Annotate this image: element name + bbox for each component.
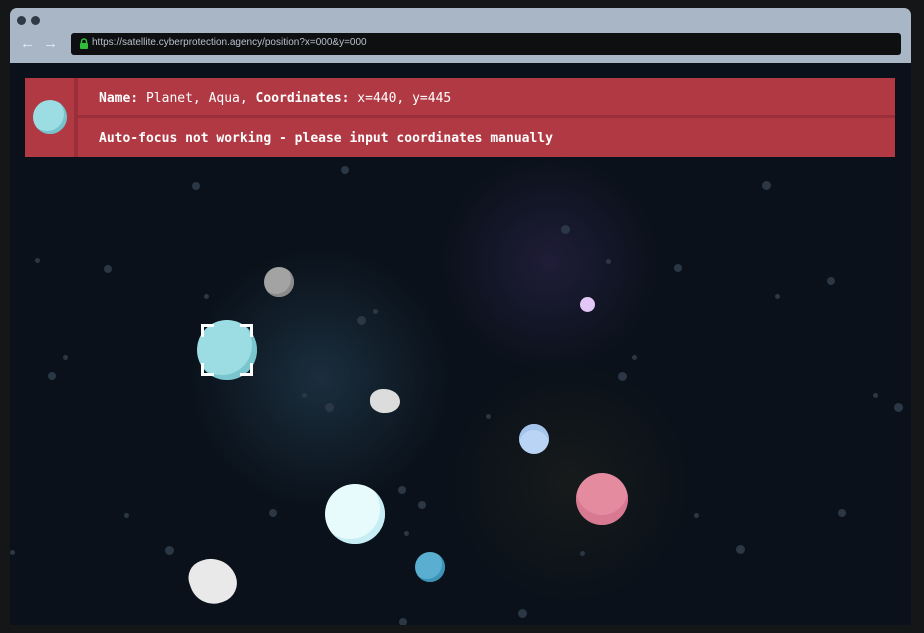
star [736,545,745,554]
window-dot[interactable] [31,16,40,25]
star [632,355,637,360]
planet-info-row: Name: Planet, Aqua, Coordinates: x=440, … [78,78,895,118]
browser-toolbar: ← → https://satellite.cyberprotection.ag… [10,8,911,63]
star [373,309,378,314]
name-value: Planet, Aqua, [145,91,248,106]
star [302,393,307,398]
star [827,277,835,285]
target-reticle [201,324,253,376]
star [104,265,112,273]
star [418,501,426,509]
star [204,294,209,299]
reticle-corner [240,324,253,337]
star [269,509,277,517]
ice-planet[interactable] [325,484,385,544]
blue-planet[interactable] [519,424,549,454]
large-asteroid[interactable] [183,551,243,611]
star [762,181,771,190]
star [894,403,903,412]
coordinates-value: x=440, y=445 [357,91,452,106]
planet-thumbnail-cell [25,78,78,157]
info-banner: Name: Planet, Aqua, Coordinates: x=440, … [25,78,895,157]
star [10,550,15,555]
star [873,393,878,398]
star [325,403,334,412]
url-text[interactable]: https://satellite.cyberprotection.agency… [92,37,367,48]
star [694,513,699,518]
star [357,316,366,325]
browser-window: ← → https://satellite.cyberprotection.ag… [10,8,911,625]
planet-info-text: Name: Planet, Aqua, Coordinates: x=440, … [99,91,451,106]
warning-text-wrap: Auto-focus not working - please input co… [99,131,553,146]
small-blue-planet[interactable] [415,552,445,582]
arrow-right-icon[interactable]: → [43,36,58,52]
address-bar[interactable]: https://satellite.cyberprotection.agency… [71,33,901,55]
star [580,551,585,556]
reticle-corner [201,324,214,337]
star [399,618,407,625]
star [48,372,56,380]
star [192,182,200,190]
gray-moon[interactable] [264,267,294,297]
name-label: Name: [99,91,139,106]
star [606,259,611,264]
star [341,166,349,174]
warning-text: Auto-focus not working - please input co… [99,131,553,146]
star [775,294,780,299]
planet-thumbnail [33,100,67,134]
arrow-left-icon[interactable]: ← [20,36,35,52]
star [35,258,40,263]
star [618,372,627,381]
star [518,609,527,618]
reticle-corner [240,363,253,376]
star [124,513,129,518]
lock-icon [80,38,88,49]
star [486,414,491,419]
pink-planet[interactable] [576,473,628,525]
reticle-corner [201,363,214,376]
window-dot[interactable] [17,16,26,25]
warning-row: Auto-focus not working - please input co… [78,118,895,155]
star [674,264,682,272]
star [398,486,406,494]
star [838,509,846,517]
white-asteroid[interactable] [370,389,400,413]
star [63,355,68,360]
star [561,225,570,234]
coordinates-label: Coordinates: [255,91,350,106]
lilac-planet[interactable] [580,297,595,312]
star [165,546,174,555]
star [404,531,409,536]
